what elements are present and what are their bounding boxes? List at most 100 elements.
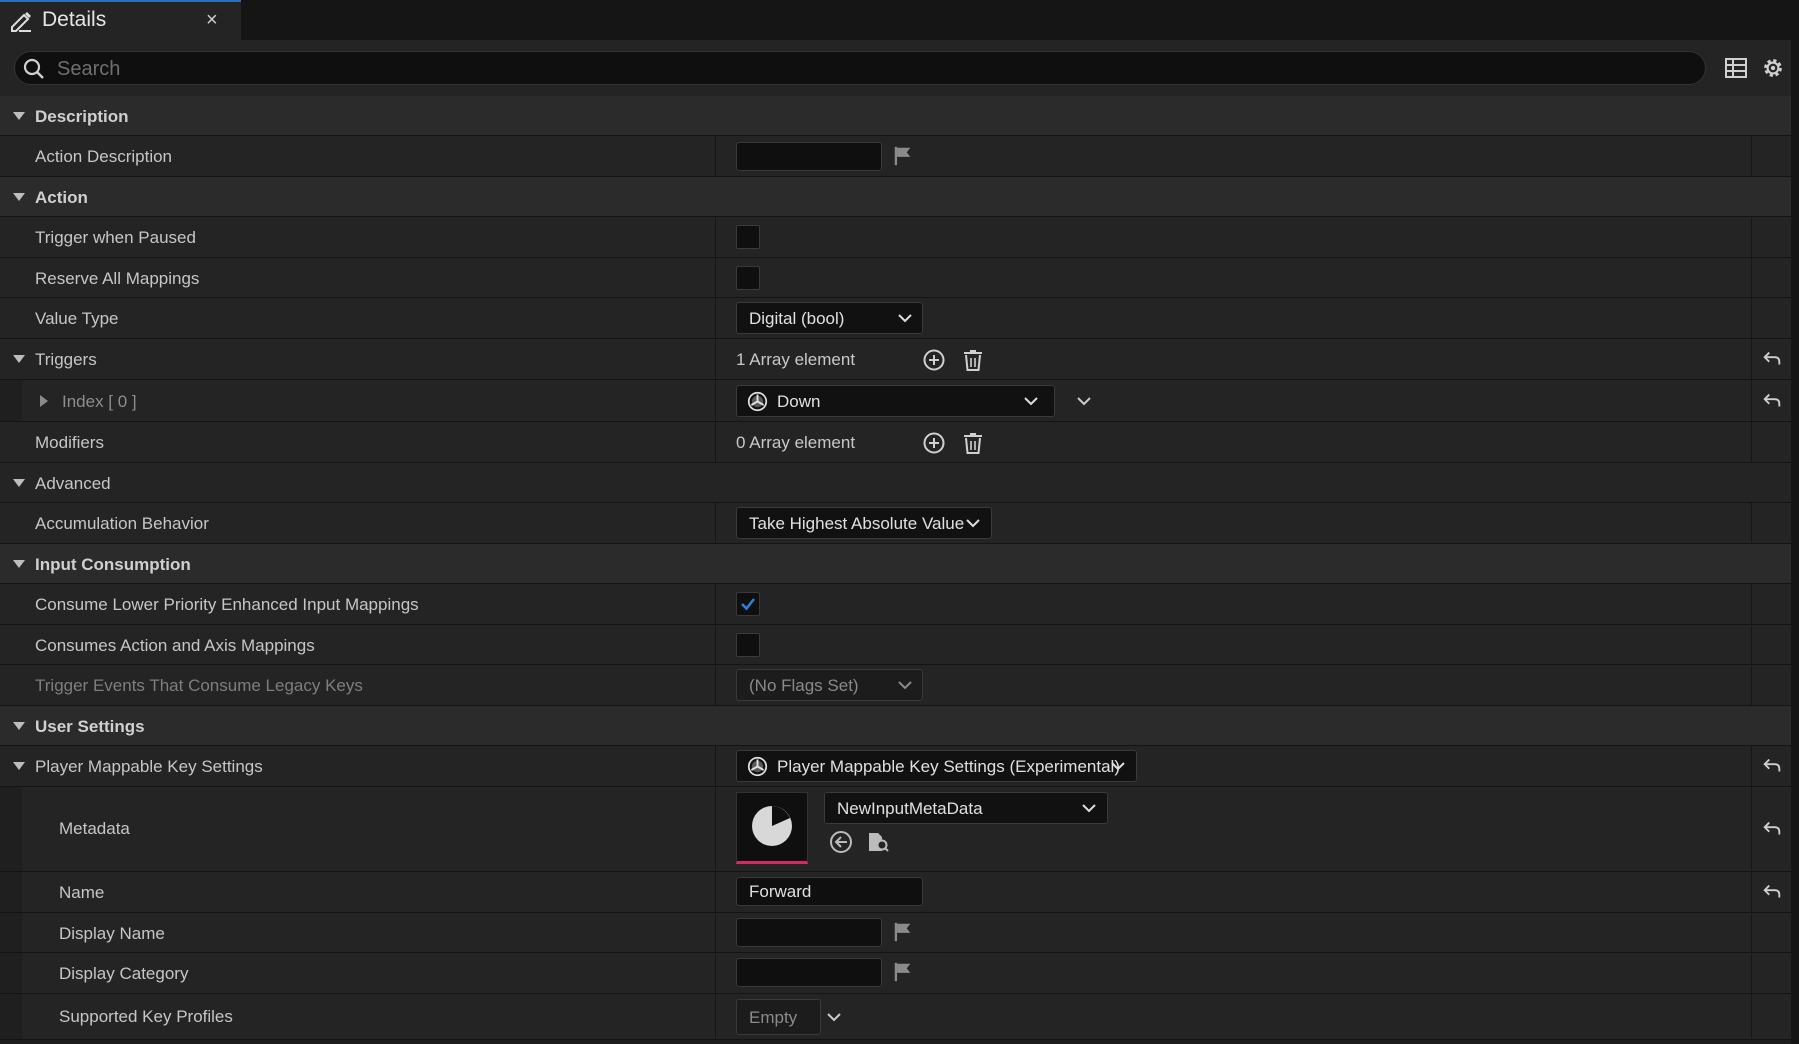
accumulation-behavior-dropdown[interactable]: Take Highest Absolute Value	[736, 507, 992, 539]
name-cell: Reserve All Mappings	[0, 258, 716, 297]
property-label: Trigger Events That Consume Legacy Keys	[35, 676, 363, 695]
category-action[interactable]: Action	[0, 177, 1791, 217]
reserve-all-mappings-checkbox[interactable]	[736, 266, 760, 290]
caret-right-icon[interactable]	[36, 393, 52, 409]
trash-icon[interactable]	[961, 348, 985, 372]
search-box	[14, 51, 1706, 85]
action-description-input[interactable]	[736, 142, 882, 171]
search-input[interactable]	[55, 54, 1659, 84]
property-row-name: Name Forward	[0, 872, 1791, 913]
reset-arrow-icon[interactable]	[1761, 390, 1783, 412]
reset-cell	[1752, 665, 1791, 705]
category-description[interactable]: Description	[0, 96, 1791, 136]
close-icon[interactable]: ×	[206, 9, 218, 32]
caret-down-icon[interactable]	[11, 556, 27, 572]
trash-icon[interactable]	[961, 431, 985, 455]
use-selected-arrow-icon[interactable]	[829, 830, 853, 854]
pencil-icon	[11, 12, 31, 32]
value-cell: Forward	[716, 872, 1752, 912]
property-row-metadata: Metadata NewInputMetaData	[0, 787, 1791, 872]
caret-down-icon[interactable]	[11, 475, 27, 491]
tab-details[interactable]: Details ×	[0, 0, 241, 40]
chevron-down-icon	[1111, 762, 1125, 771]
property-label: Modifiers	[35, 433, 104, 452]
reset-cell	[1752, 953, 1791, 993]
add-circle-icon[interactable]	[922, 431, 946, 455]
display-name-input[interactable]	[736, 918, 882, 947]
table-view-icon[interactable]	[1724, 56, 1748, 80]
expand-options-chevron-icon[interactable]	[1076, 393, 1092, 409]
reset-cell	[1752, 339, 1791, 379]
name-cell: Trigger Events That Consume Legacy Keys	[0, 665, 716, 705]
property-label: Player Mappable Key Settings	[35, 757, 263, 776]
browse-asset-icon[interactable]	[866, 830, 890, 854]
category-label: Input Consumption	[35, 555, 191, 574]
name-cell: Display Category	[0, 953, 716, 993]
name-cell: Metadata	[0, 787, 716, 871]
reset-cell	[1752, 913, 1791, 952]
consumes-action-axis-checkbox[interactable]	[736, 633, 760, 657]
caret-down-icon[interactable]	[11, 718, 27, 734]
trigger-class-dropdown[interactable]: Down	[736, 385, 1055, 417]
property-label: Supported Key Profiles	[59, 1007, 233, 1026]
property-row-value-type: Value Type Digital (bool)	[0, 298, 1791, 339]
category-label: Advanced	[35, 474, 111, 493]
property-label: Value Type	[35, 309, 119, 328]
value-cell: Down	[716, 380, 1752, 421]
caret-down-icon[interactable]	[11, 351, 27, 367]
reset-cell	[1752, 872, 1791, 912]
data-asset-thumbnail-icon	[752, 806, 792, 846]
reset-arrow-icon[interactable]	[1761, 818, 1783, 840]
checkmark-icon	[741, 598, 756, 611]
name-cell: Triggers	[0, 339, 716, 379]
supported-key-profiles-box[interactable]: Empty	[736, 999, 821, 1035]
name-cell: Name	[0, 872, 716, 912]
localization-flag-icon[interactable]	[892, 961, 914, 983]
value-type-dropdown[interactable]: Digital (bool)	[736, 302, 923, 334]
caret-down-icon[interactable]	[11, 758, 27, 774]
caret-down-icon[interactable]	[11, 189, 27, 205]
caret-down-icon[interactable]	[11, 108, 27, 124]
player-mappable-key-settings-dropdown[interactable]: Player Mappable Key Settings (Experiment…	[736, 750, 1137, 782]
value-cell	[716, 584, 1752, 624]
property-label: Triggers	[35, 350, 97, 369]
gear-icon[interactable]	[1760, 55, 1786, 81]
category-input-consumption[interactable]: Input Consumption	[0, 544, 1791, 584]
property-row-accumulation-behavior: Accumulation Behavior Take Highest Absol…	[0, 503, 1791, 544]
dropdown-value: Down	[777, 392, 821, 411]
dropdown-value: Empty	[749, 1008, 798, 1027]
reset-arrow-icon[interactable]	[1761, 881, 1783, 903]
value-cell: Player Mappable Key Settings (Experiment…	[716, 746, 1752, 786]
property-row-trigger-when-paused: Trigger when Paused	[0, 217, 1791, 258]
localization-flag-icon[interactable]	[892, 921, 914, 943]
metadata-asset-dropdown[interactable]: NewInputMetaData	[824, 792, 1108, 824]
category-user-settings[interactable]: User Settings	[0, 706, 1791, 746]
property-row-player-mappable-key-settings: Player Mappable Key Settings Player Mapp…	[0, 746, 1791, 787]
name-cell: Index [ 0 ]	[0, 380, 716, 421]
reset-cell	[1752, 217, 1791, 257]
localization-flag-icon[interactable]	[892, 145, 914, 167]
dropdown-value: (No Flags Set)	[749, 676, 859, 695]
display-category-input[interactable]	[736, 958, 882, 987]
add-circle-icon[interactable]	[922, 348, 946, 372]
value-cell: Empty	[716, 994, 1752, 1039]
trigger-when-paused-checkbox[interactable]	[736, 225, 760, 249]
property-row-display-name: Display Name	[0, 913, 1791, 953]
property-label: Display Name	[59, 924, 165, 943]
name-cell: Display Name	[0, 913, 716, 952]
consume-lower-priority-checkbox[interactable]	[736, 592, 760, 616]
array-count-text: 0 Array element	[736, 433, 856, 452]
name-input[interactable]: Forward	[736, 877, 923, 906]
indent-bar	[0, 953, 22, 993]
chevron-down-icon[interactable]	[826, 1009, 842, 1025]
dropdown-value: Digital (bool)	[749, 309, 845, 328]
reset-arrow-icon[interactable]	[1761, 348, 1783, 370]
property-row-reserve-all-mappings: Reserve All Mappings	[0, 258, 1791, 298]
category-advanced[interactable]: Advanced	[0, 463, 1791, 503]
reset-cell	[1752, 380, 1791, 421]
reset-cell	[1752, 746, 1791, 786]
value-cell: 1 Array element	[716, 339, 1752, 379]
chevron-down-icon	[1024, 397, 1038, 406]
metadata-thumbnail[interactable]	[736, 792, 808, 864]
reset-arrow-icon[interactable]	[1761, 755, 1783, 777]
